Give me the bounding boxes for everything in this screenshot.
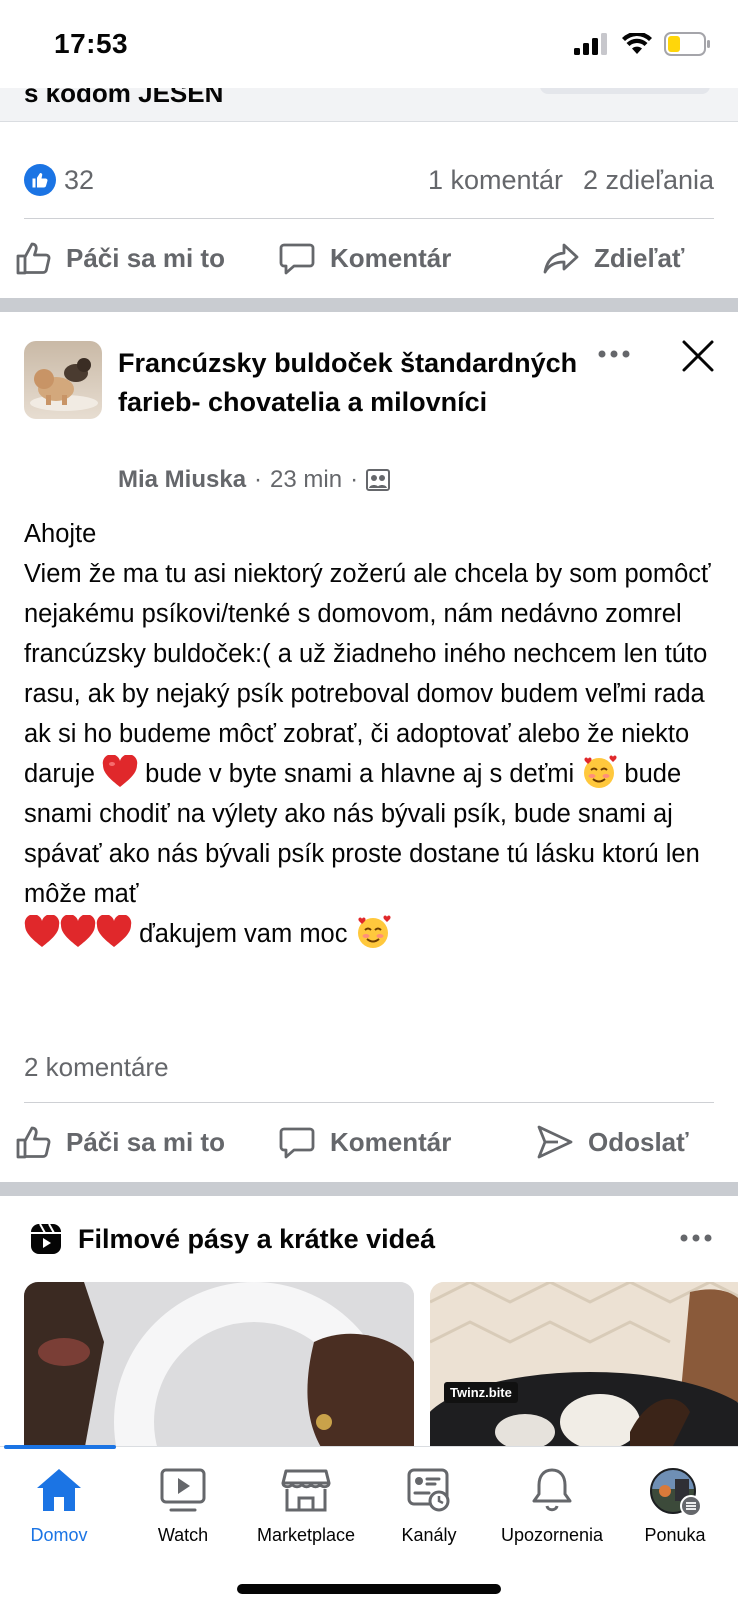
active-tab-indicator — [4, 1445, 116, 1449]
bottom-tab-bar: Domov Watch Marketplace Kanály Upozornen… — [0, 1445, 738, 1600]
comment-bubble-icon — [279, 1127, 315, 1159]
battery-icon — [664, 32, 710, 56]
post-text-segment: bude v byte snami a hlavne aj s deťmi — [145, 760, 575, 788]
tab-label: Ponuka — [644, 1525, 706, 1545]
more-options-icon[interactable] — [594, 340, 634, 368]
reels-section-header: Filmové pásy a krátke videá — [30, 1219, 714, 1259]
post-timestamp[interactable]: 23 min — [270, 466, 342, 494]
close-icon[interactable] — [680, 338, 716, 374]
status-time: 17:53 — [54, 28, 129, 59]
previous-post-stats: 32 1 komentár 2 zdieľania — [24, 160, 714, 200]
comment-button-label: Komentár — [330, 1126, 452, 1157]
cellular-signal-icon — [574, 33, 607, 55]
share-button[interactable]: Zdieľať — [542, 239, 684, 277]
tab-label: Watch — [157, 1525, 209, 1545]
status-icons — [574, 32, 712, 56]
reels-more-options-icon[interactable] — [678, 1231, 714, 1245]
tab-menu[interactable]: Ponuka — [610, 1467, 738, 1546]
marketplace-icon — [281, 1469, 331, 1512]
comment-button[interactable]: Komentár — [278, 1123, 451, 1161]
send-button-label: Odoslať — [588, 1126, 689, 1157]
comments-count-link[interactable]: 2 komentáre — [24, 1052, 169, 1083]
reaction-count[interactable]: 32 — [64, 165, 94, 196]
like-reaction-icon — [24, 164, 56, 196]
send-button[interactable]: Odoslať — [536, 1123, 689, 1161]
tab-label: Kanály — [401, 1525, 457, 1545]
comment-count-link[interactable]: 1 komentár — [428, 165, 563, 196]
group-name-link[interactable]: Francúzsky buldoček štandardných farieb-… — [118, 344, 588, 422]
wifi-icon — [622, 33, 652, 54]
post-text-segment: ďakujem vam moc — [139, 920, 348, 948]
post-actions: Páči sa mi to Komentár Odoslať — [0, 1112, 738, 1172]
tab-home[interactable]: Domov — [0, 1467, 124, 1546]
post-author-link[interactable]: Mia Miuska — [118, 466, 246, 494]
like-button-label: Páči sa mi to — [66, 1126, 225, 1157]
post-meta: Mia Miuska · 23 min · — [118, 466, 391, 494]
reel-creator-label: Twinz.bite — [444, 1382, 518, 1403]
previous-post-link-preview[interactable]: s kódom JESEN — [0, 84, 738, 122]
post-greeting: Ahojte — [24, 520, 97, 548]
group-audience-icon — [366, 469, 391, 491]
profile-menu-icon — [650, 1468, 702, 1517]
thumbs-up-icon — [16, 242, 51, 275]
tab-marketplace[interactable]: Marketplace — [241, 1467, 371, 1546]
feed-separator — [0, 298, 738, 312]
post-text-segment: Viem že ma tu asi niektorý zožerú ale ch… — [24, 560, 711, 788]
tab-label: Upozornenia — [500, 1525, 604, 1545]
feed-separator — [0, 1182, 738, 1196]
comment-button-label: Komentár — [330, 242, 452, 273]
red-heart-emoji-icon — [24, 915, 60, 947]
like-button[interactable]: Páči sa mi to — [14, 1123, 225, 1161]
status-bar: 17:53 — [0, 0, 738, 88]
reels-section-title: Filmové pásy a krátke videá — [78, 1223, 436, 1254]
tab-notifications[interactable]: Upozornenia — [487, 1467, 617, 1546]
tab-label: Domov — [30, 1525, 88, 1545]
previous-post-actions: Páči sa mi to Komentár Zdieľať — [0, 228, 738, 288]
share-count-link[interactable]: 2 zdieľania — [583, 165, 714, 196]
like-button[interactable]: Páči sa mi to — [14, 239, 225, 277]
red-heart-emoji-icon — [96, 915, 132, 947]
red-heart-emoji-icon — [60, 915, 96, 947]
home-indicator[interactable] — [237, 1584, 501, 1594]
post-text: Ahojte Viem že ma tu asi niektorý zožerú… — [24, 514, 724, 954]
share-arrow-icon — [543, 243, 579, 274]
home-icon — [37, 1469, 81, 1511]
tab-watch[interactable]: Watch — [118, 1467, 248, 1546]
reels-icon — [31, 1223, 61, 1254]
share-button-label: Zdieľať — [594, 242, 685, 273]
tab-feeds[interactable]: Kanály — [364, 1467, 494, 1546]
comment-bubble-icon — [279, 243, 315, 275]
reel-card[interactable]: Twinz.bite — [430, 1282, 738, 1452]
reel-card[interactable] — [24, 1282, 414, 1452]
thumbs-up-icon — [16, 1126, 51, 1159]
smiling-face-with-hearts-emoji-icon — [584, 755, 617, 788]
send-icon — [537, 1125, 573, 1159]
smiling-face-with-hearts-emoji-icon — [357, 915, 391, 948]
feeds-icon — [407, 1468, 450, 1512]
comment-button[interactable]: Komentár — [278, 239, 451, 277]
watch-icon — [160, 1468, 206, 1512]
like-button-label: Páči sa mi to — [66, 242, 225, 273]
group-avatar[interactable] — [24, 341, 102, 419]
divider — [24, 218, 714, 219]
bell-icon — [532, 1468, 572, 1512]
meta-separator: · — [254, 466, 263, 493]
red-heart-emoji-icon — [102, 755, 138, 787]
divider — [24, 1102, 714, 1103]
meta-separator: · — [350, 466, 359, 493]
tab-label: Marketplace — [256, 1525, 356, 1545]
